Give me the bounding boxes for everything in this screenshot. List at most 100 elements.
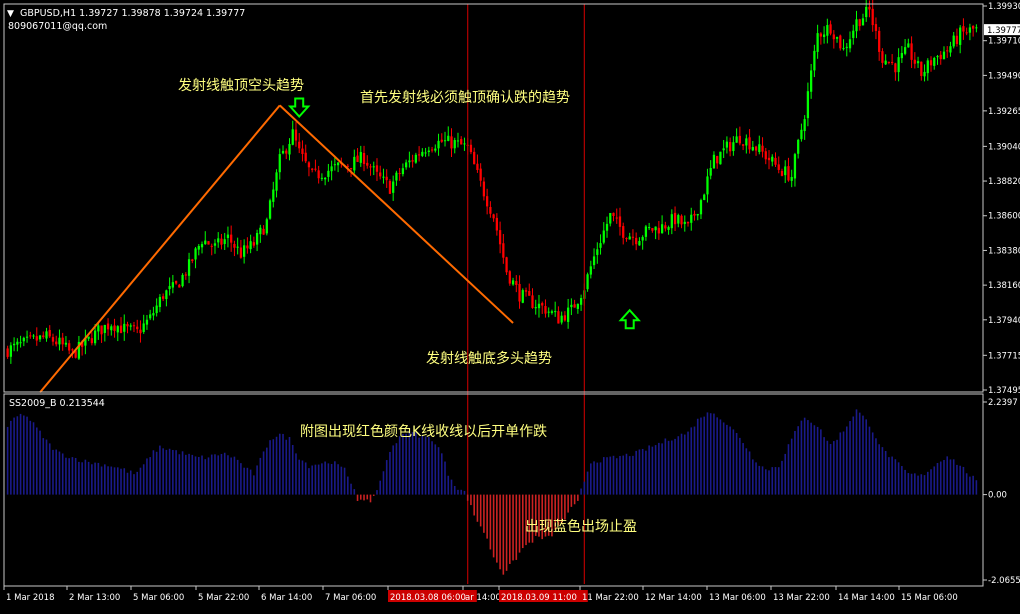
candle-body	[149, 314, 152, 319]
candle-body	[618, 216, 622, 227]
candle-body	[197, 245, 200, 250]
candle-body	[965, 32, 968, 34]
candle-body	[194, 248, 197, 260]
candle-body	[816, 33, 819, 52]
candle-body	[664, 225, 667, 229]
candle-body	[868, 6, 871, 10]
candle-body	[48, 330, 51, 337]
candle-body	[968, 27, 972, 33]
candle-body	[797, 139, 800, 154]
candle-body	[544, 306, 547, 314]
indicator-label: SS2009_B 0.213544	[9, 398, 105, 409]
candle-body	[362, 152, 366, 165]
candle-body	[93, 330, 97, 344]
candle-body	[936, 56, 939, 58]
candle-body	[486, 196, 489, 207]
candle-body	[184, 274, 187, 276]
candle-body	[599, 243, 602, 248]
candle-body	[100, 325, 103, 335]
candle-body	[570, 304, 573, 308]
candle-body	[314, 168, 317, 170]
annotation-confirm: 首先发射线必须触顶确认跌的趋势	[360, 90, 570, 106]
chart-window[interactable]: ▼ GBPUSD,H1 1.39727 1.39878 1.39724 1.39…	[0, 0, 1020, 610]
annotation-sub-red: 附图出现红色颜色K线收线以后开单作跌	[300, 423, 547, 440]
candle-body	[64, 342, 68, 345]
candle-body	[408, 160, 411, 163]
candle-body	[515, 281, 518, 285]
candle-body	[622, 226, 625, 238]
candle-body	[589, 266, 592, 275]
candle-body	[699, 200, 703, 215]
candle-body	[252, 242, 255, 246]
time-tick-label: 13 Mar 22:00	[773, 593, 830, 603]
candle-body	[139, 329, 142, 334]
candle-body	[703, 194, 706, 201]
candle-body	[615, 217, 618, 219]
chart-canvas[interactable]: ▼ GBPUSD,H1 1.39727 1.39878 1.39724 1.39…	[0, 0, 1020, 610]
candle-body	[609, 213, 612, 224]
time-tick-label: 15 Mar 06:00	[901, 593, 958, 603]
candle-body	[813, 50, 816, 71]
candle-body	[878, 30, 881, 52]
candle-body	[51, 337, 55, 342]
price-tick-label: 1.39490	[988, 71, 1020, 81]
candle-body	[430, 149, 434, 151]
candle-body	[275, 172, 278, 191]
candle-body	[450, 136, 453, 149]
candle-body	[871, 8, 874, 26]
candle-body	[732, 142, 735, 152]
candle-body	[793, 154, 797, 179]
candle-body	[654, 226, 657, 231]
candle-body	[307, 162, 311, 168]
price-tick-label: 1.38380	[988, 246, 1020, 256]
candle-body	[576, 303, 579, 309]
candle-body	[926, 60, 929, 74]
candle-body	[288, 143, 291, 155]
candle-body	[729, 142, 732, 152]
candle-body	[489, 207, 492, 214]
candle-body	[226, 234, 230, 239]
candle-body	[476, 163, 479, 170]
price-tick-label: 1.39930	[988, 2, 1020, 12]
annotation-sub-blue: 出现蓝色出场止盈	[525, 518, 637, 535]
candle-body	[946, 50, 949, 52]
candle-body	[87, 336, 90, 339]
candle-body	[498, 230, 502, 245]
price-tick-label: 1.37715	[988, 351, 1020, 361]
candle-body	[356, 155, 359, 162]
candle-body	[907, 43, 910, 48]
candle-body	[246, 245, 249, 249]
candle-body	[262, 228, 265, 235]
candle-body	[217, 238, 220, 243]
candle-body	[628, 236, 631, 240]
candle-body	[764, 151, 767, 160]
candle-body	[405, 162, 408, 168]
candle-body	[142, 323, 145, 332]
price-tick-label: 1.39040	[988, 142, 1020, 152]
candle-body	[414, 154, 417, 163]
candle-body	[278, 154, 281, 173]
candle-body	[531, 295, 534, 308]
candle-body	[897, 57, 900, 73]
candle-body	[168, 286, 171, 290]
candle-body	[35, 336, 38, 341]
candle-body	[38, 335, 42, 340]
candle-body	[456, 140, 460, 142]
candle-body	[955, 35, 959, 44]
candle-body	[722, 148, 725, 151]
price-tick-label: 1.39265	[988, 107, 1020, 117]
candle-body	[933, 57, 936, 66]
candle-body	[855, 19, 858, 32]
time-tick-label: 1 Mar 2018	[6, 593, 54, 603]
candle-body	[690, 214, 693, 223]
candle-body	[939, 54, 942, 60]
candle-body	[210, 245, 213, 247]
candle-body	[819, 33, 822, 37]
candle-body	[9, 345, 12, 357]
candle-body	[213, 243, 217, 246]
candle-body	[174, 280, 178, 284]
candle-body	[800, 129, 803, 140]
window-menu-icon[interactable]: ▼	[7, 9, 14, 19]
candle-body	[541, 303, 544, 306]
candle-body	[178, 284, 181, 288]
